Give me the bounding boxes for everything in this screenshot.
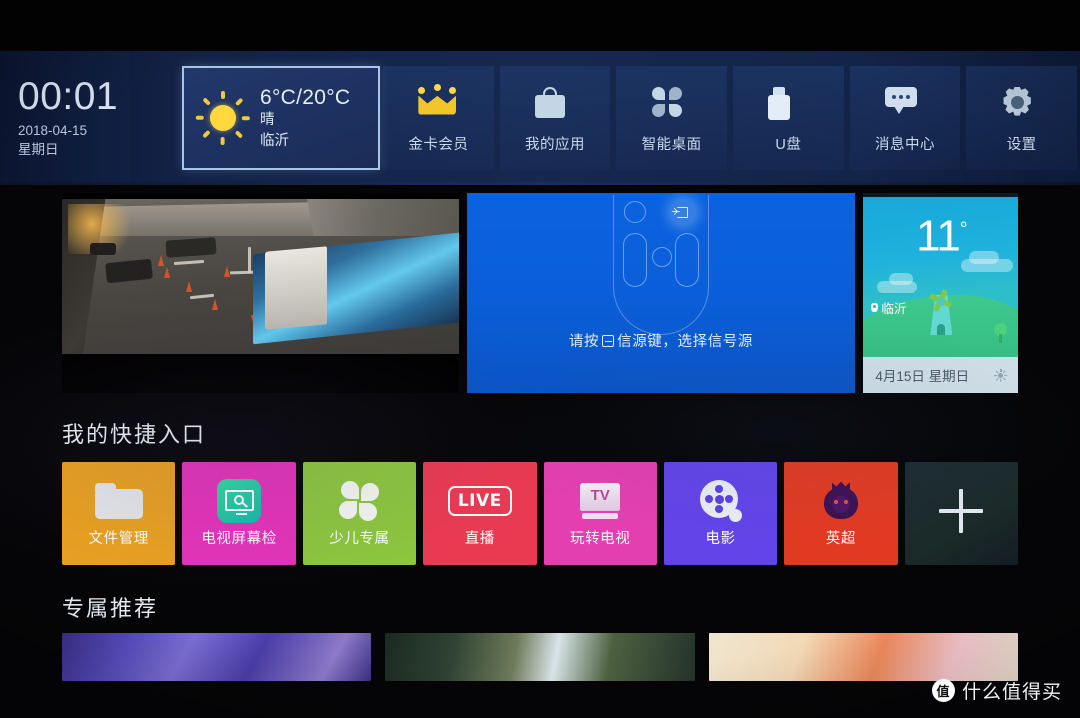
- shortcut-tile-add[interactable]: [904, 462, 1018, 565]
- clock-date: 2018-04-15: [18, 123, 88, 138]
- screen-bezel-top: [0, 0, 1080, 51]
- weather-card-date-bar: 4月15日 星期日: [863, 357, 1018, 393]
- clock-time: 00:01: [18, 75, 119, 118]
- location-pin-icon: [871, 303, 879, 312]
- shortcut-label: 玩转电视: [569, 530, 631, 547]
- weather-condition: 晴: [260, 111, 275, 128]
- nav-label: 设置: [1006, 136, 1037, 153]
- shortcuts-section-title: 我的快捷入口: [62, 423, 207, 448]
- weather-card[interactable]: 11° 临沂 4月15日 星期日: [863, 193, 1018, 393]
- nav-item-my-apps[interactable]: 我的应用: [499, 66, 611, 170]
- nav-item-gold-member[interactable]: 金卡会员: [383, 66, 494, 170]
- weather-card-illustration: 11° 临沂: [863, 197, 1018, 357]
- tv-book-icon: TV: [580, 480, 621, 522]
- nav-item-smart-desktop[interactable]: 智能桌面: [616, 66, 728, 170]
- sun-icon: [194, 89, 252, 147]
- clock-widget[interactable]: 00:01 2018-04-15 星期日: [0, 51, 172, 185]
- nav-label: 我的应用: [525, 136, 585, 153]
- nav-item-usb-drive[interactable]: U盘: [733, 66, 844, 170]
- home-content: 请按 信源键，选择信号源 11° 临沂 4月15日 星期日 我的快捷入口 文件管…: [0, 185, 1080, 718]
- weather-city: 临沂: [260, 132, 289, 149]
- shortcut-label: 电影: [705, 530, 736, 547]
- recommend-thumb-2[interactable]: [385, 633, 695, 681]
- shortcut-label: 文件管理: [88, 530, 149, 547]
- source-hint-suffix: 信源键，选择信号源: [617, 334, 754, 350]
- plus-icon: [939, 489, 984, 533]
- hero-row: 请按 信源键，选择信号源 11° 临沂 4月15日 星期日: [62, 193, 1018, 393]
- lion-icon: [821, 480, 861, 522]
- recommend-section-title: 专属推荐: [62, 597, 159, 622]
- screen-search-icon: [217, 478, 262, 523]
- shortcut-tile-movies[interactable]: 电影: [663, 462, 778, 565]
- bag-icon: [535, 86, 575, 121]
- remote-control-outline: [612, 195, 709, 335]
- source-hint-text: 请按 信源键，选择信号源: [467, 330, 856, 351]
- shortcut-tile-file-manager[interactable]: 文件管理: [62, 462, 176, 565]
- sun-icon: [994, 368, 1008, 382]
- watermark-text: 什么值得买: [961, 681, 1062, 703]
- signal-source-card[interactable]: 请按 信源键，选择信号源: [466, 193, 856, 393]
- shortcut-tile-kids[interactable]: 少儿专属: [302, 462, 417, 565]
- shortcut-tile-live[interactable]: LIVE 直播: [423, 462, 537, 565]
- nav-label: U盘: [775, 136, 802, 153]
- video-preview-card[interactable]: [62, 193, 459, 393]
- video-preview-image: [62, 199, 459, 354]
- source-key-icon: [602, 335, 615, 347]
- nav-label: 金卡会员: [408, 136, 469, 153]
- weather-temperature: 6°C/20°C: [260, 85, 351, 109]
- windmill-icon: [925, 287, 957, 335]
- shortcut-label: 英超: [825, 530, 857, 547]
- recommend-thumb-1[interactable]: [62, 633, 372, 681]
- shortcut-label: 直播: [464, 530, 495, 547]
- film-reel-icon: [699, 479, 742, 522]
- shortcut-label: 电视屏幕检: [201, 530, 277, 547]
- nav-label: 智能桌面: [641, 136, 702, 153]
- nav-item-settings[interactable]: 设置: [966, 66, 1078, 170]
- shortcut-label: 少儿专属: [329, 530, 390, 547]
- pinwheel-icon: [339, 480, 380, 522]
- quad-icon: [651, 86, 692, 121]
- shortcut-tiles: 文件管理 电视屏幕检 少儿专属 LIVE 直播 TV 玩转电视 电影 英超: [62, 462, 1018, 565]
- weather-card-location: 临沂: [871, 298, 906, 317]
- weather-card-date: 4月15日 星期日: [875, 369, 970, 384]
- tree-icon: [994, 323, 1008, 343]
- weather-focus-text: 6°C/20°C 晴 临沂: [260, 85, 368, 152]
- clock-weekday: 星期日: [18, 142, 59, 157]
- recommend-row: [62, 633, 1018, 693]
- recommend-thumb-3[interactable]: [708, 633, 1018, 681]
- nav-items: 金卡会员 我的应用 智能桌面 U盘 消息中心 设置: [380, 51, 1080, 185]
- usb-icon: [768, 86, 808, 121]
- watermark-badge: 值: [931, 679, 955, 702]
- gear-icon: [1002, 86, 1042, 121]
- crown-icon: [418, 83, 458, 121]
- nav-item-message-center[interactable]: 消息中心: [849, 66, 961, 170]
- weather-focus-tile[interactable]: 6°C/20°C 晴 临沂: [182, 66, 380, 170]
- live-badge-icon: LIVE: [447, 480, 512, 522]
- source-hint-prefix: 请按: [568, 334, 600, 350]
- nav-label: 消息中心: [875, 136, 936, 153]
- folder-icon: [94, 480, 143, 522]
- source-input-icon: [671, 201, 694, 223]
- status-nav-bar: 00:01 2018-04-15 星期日 6°C/20°C 晴 临沂 金卡会员 …: [0, 51, 1080, 185]
- tv-home-screen: 00:01 2018-04-15 星期日 6°C/20°C 晴 临沂 金卡会员 …: [0, 0, 1080, 718]
- shortcut-tile-premier-league[interactable]: 英超: [784, 462, 898, 565]
- message-icon: [885, 86, 925, 121]
- watermark: 值 什么值得买: [931, 677, 1062, 704]
- shortcut-tile-tv-fun[interactable]: TV 玩转电视: [543, 462, 657, 565]
- shortcut-tile-screen-check[interactable]: 电视屏幕检: [182, 462, 296, 565]
